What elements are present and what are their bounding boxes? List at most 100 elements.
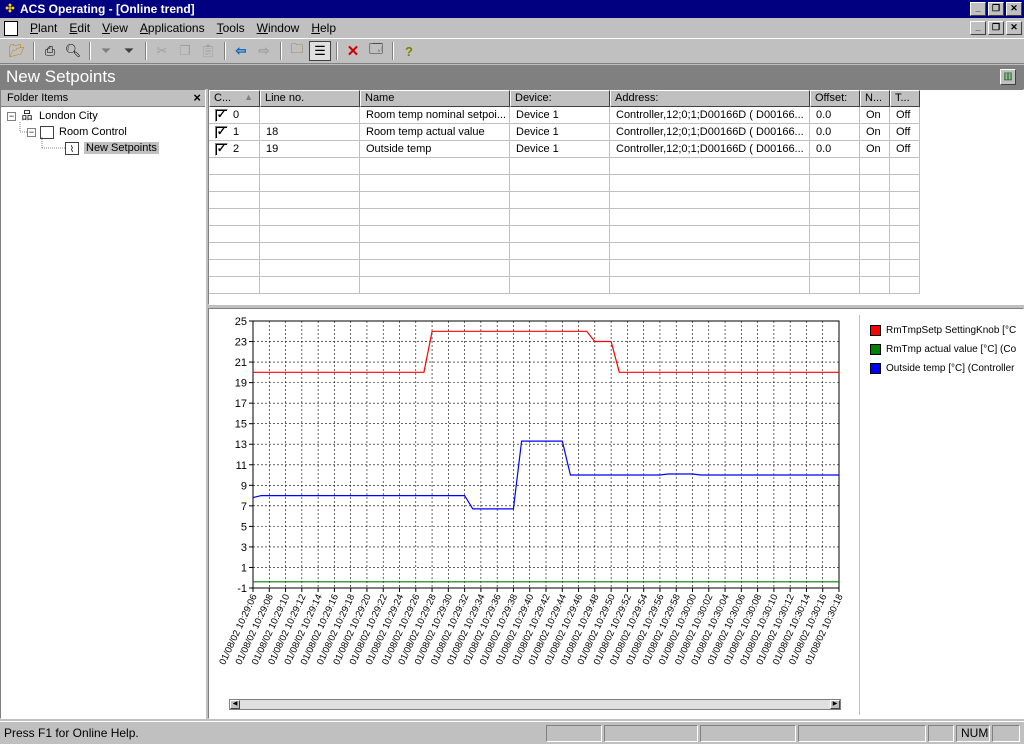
y-tick-label: 17	[235, 398, 247, 410]
table-cell	[360, 277, 510, 294]
table-cell: Room temp nominal setpoi...	[360, 107, 510, 124]
page-title: New Setpoints	[6, 67, 116, 86]
legend-item[interactable]: RmTmpSetp SettingKnob [°C	[870, 325, 1016, 336]
row-checkbox[interactable]: ✓	[215, 142, 228, 156]
table-cell	[209, 175, 260, 192]
legend-label: Outside temp [°C] (Controller	[886, 363, 1015, 374]
table-row[interactable]: ✓ 0 Room temp nominal setpoi... Device 1 Con…	[209, 107, 920, 124]
menu-items: Plant Edit View Applications Tools Window Help	[24, 21, 342, 35]
cell-text: Controller,12;0;1;D00166D ( D00166...	[616, 126, 804, 138]
menu-accelerator: A	[139, 21, 148, 35]
column-label: N...	[865, 92, 883, 104]
table-cell: Controller,12;0;1;D00166D ( D00166...	[610, 141, 810, 158]
trend-chart-panel: 25 23 21 19 17 15 13 11 9 7 5 3 1 -1 01/08/02 10:29:06…	[208, 308, 1024, 719]
table-cell	[860, 243, 890, 260]
column-label: Name	[365, 92, 395, 104]
column-header-c[interactable]: C... ▲	[209, 90, 260, 107]
child-restore-button[interactable]: ❐	[988, 21, 1004, 35]
row-checkbox[interactable]: ✓	[215, 108, 228, 122]
copy-icon[interactable]: ❐	[174, 41, 196, 61]
status-pane	[798, 725, 926, 742]
open-folder-icon[interactable]: 📂︎	[6, 41, 28, 61]
menu-item[interactable]: Edit	[63, 21, 96, 35]
column-header-address[interactable]: Address:	[610, 90, 810, 107]
table-cell	[209, 277, 260, 294]
menu-item[interactable]: Help	[305, 21, 342, 35]
table-row[interactable]: ✓ 2 19 Outside temp Device 1 Controller,12;0;…	[209, 141, 920, 158]
chart-horizontal-scrollbar[interactable]: ◀ ▶	[229, 699, 841, 710]
table-cell	[890, 243, 920, 260]
menu-label: lant	[38, 21, 58, 35]
table-cell	[510, 226, 610, 243]
table-cell	[860, 209, 890, 226]
table-cell	[810, 277, 860, 294]
column-header-t[interactable]: T...	[890, 90, 920, 107]
trend-chart[interactable]: 252321191715131197531-101/08/02 10:29:06…	[209, 309, 859, 694]
legend-item[interactable]: Outside temp [°C] (Controller	[870, 363, 1015, 374]
table-row	[209, 277, 920, 294]
column-header-line-no[interactable]: Line no.	[260, 90, 360, 107]
child-minimize-button[interactable]: _	[970, 21, 986, 35]
cell-text: 0.0	[816, 126, 832, 138]
menu-item[interactable]: Tools	[211, 21, 251, 35]
back-arrow-icon[interactable]: ⇦	[230, 41, 252, 61]
table-header: C... ▲ Line no. Name Device: Address: Off…	[209, 90, 920, 107]
column-header-n[interactable]: N...	[860, 90, 890, 107]
row-checkbox[interactable]: ✓	[215, 125, 228, 139]
scroll-right-arrow-icon[interactable]: ▶	[830, 700, 840, 709]
column-header-name[interactable]: Name	[360, 90, 510, 107]
table-row	[209, 209, 920, 226]
table-cell	[810, 243, 860, 260]
menu-item[interactable]: Window	[251, 21, 306, 35]
table-cell	[510, 277, 610, 294]
cell-text: 18	[266, 126, 279, 138]
cut-icon[interactable]: ✂	[151, 41, 173, 61]
table-cell	[260, 277, 360, 294]
column-header-device[interactable]: Device:	[510, 90, 610, 107]
forward-arrow-icon[interactable]: ⇨	[253, 41, 275, 61]
table-row	[209, 226, 920, 243]
table-cell	[260, 192, 360, 209]
cell-text: Off	[896, 143, 911, 155]
y-tick-label: 7	[241, 501, 247, 513]
minimize-button[interactable]: _	[970, 2, 986, 16]
list-view-icon[interactable]: ☰	[309, 41, 331, 61]
cell-text: 0.0	[816, 109, 832, 121]
paste-icon[interactable]: 📋︎	[197, 41, 219, 61]
table-cell: ✓ 1	[209, 124, 260, 141]
properties-icon[interactable]: 🗔︎	[365, 41, 387, 61]
document-icon[interactable]	[4, 20, 18, 36]
column-header-offset[interactable]: Offset:	[810, 90, 860, 107]
cell-text: Device 1	[516, 126, 559, 138]
close-button[interactable]: ✕	[1006, 2, 1022, 16]
toolbar-separator	[392, 42, 394, 60]
y-tick-label: 23	[235, 337, 247, 349]
close-panel-icon[interactable]: ×	[193, 90, 201, 106]
filter-plus-icon[interactable]: ⏷	[118, 41, 140, 61]
print-icon[interactable]: ⎙	[39, 41, 61, 61]
restore-button[interactable]: ❐	[988, 2, 1004, 16]
cell-text: Room temp nominal setpoi...	[366, 109, 507, 121]
delete-icon[interactable]: ✕	[342, 41, 364, 61]
table-cell	[890, 175, 920, 192]
filter-icon[interactable]: ⏷	[95, 41, 117, 61]
menu-item[interactable]: Applications	[134, 21, 211, 35]
child-close-button[interactable]: ✕	[1006, 21, 1022, 35]
table-row	[209, 243, 920, 260]
help-icon[interactable]: ?	[398, 41, 420, 61]
status-bar: Press F1 for Online Help. NUM	[0, 721, 1024, 744]
table-cell	[260, 226, 360, 243]
print-preview-icon[interactable]: 🔍︎	[62, 41, 84, 61]
folder-up-icon[interactable]: 🗀︎	[286, 41, 308, 61]
table-cell	[810, 209, 860, 226]
table-row[interactable]: ✓ 1 18 Room temp actual value Device 1 Contro…	[209, 124, 920, 141]
legend-item[interactable]: RmTmp actual value [°C] (Co	[870, 344, 1016, 355]
scroll-left-arrow-icon[interactable]: ◀	[230, 700, 240, 709]
menu-item[interactable]: Plant	[24, 21, 63, 35]
table-cell: Controller,12;0;1;D00166D ( D00166...	[610, 107, 810, 124]
column-label: Device:	[515, 92, 552, 104]
table-cell	[890, 209, 920, 226]
table-cell	[360, 260, 510, 277]
menu-item[interactable]: View	[96, 21, 134, 35]
trend-view-icon[interactable]: ▥	[1000, 69, 1016, 85]
